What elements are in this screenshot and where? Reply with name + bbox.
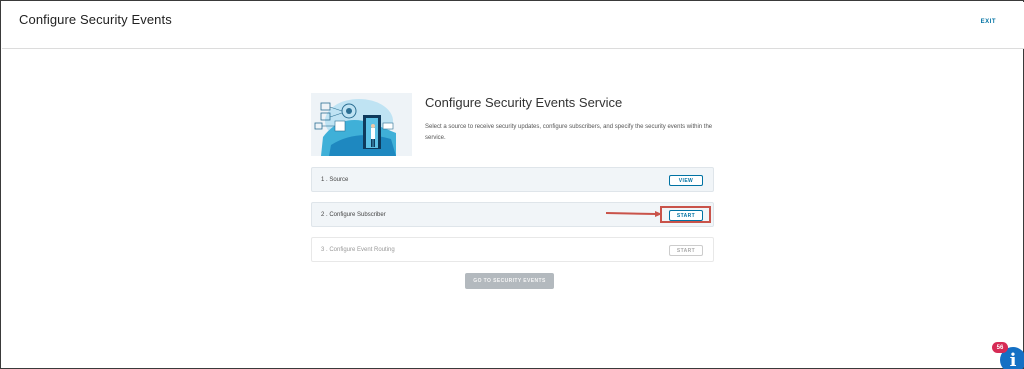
annotation-arrow — [606, 211, 662, 217]
exit-button[interactable]: EXIT — [981, 19, 996, 25]
start-configure-event-routing-button: START — [669, 245, 703, 256]
step-configure-event-routing: 3 . Configure Event Routing START — [311, 237, 714, 262]
start-configure-subscriber-button[interactable]: START — [669, 210, 703, 221]
hero-description: Select a source to receive security upda… — [425, 124, 713, 141]
step-label: 3 . Configure Event Routing — [321, 247, 395, 253]
step-source: 1 . Source VIEW — [311, 167, 714, 192]
page-header: Configure Security Events EXIT — [2, 2, 1024, 49]
view-source-button[interactable]: VIEW — [669, 175, 703, 186]
page-title: Configure Security Events — [19, 12, 172, 27]
app-window: Configure Security Events EXIT Configure… — [0, 0, 1024, 369]
security-events-illustration — [311, 93, 412, 156]
step-label: 2 . Configure Subscriber — [321, 212, 386, 218]
hero-title: Configure Security Events Service — [425, 95, 623, 110]
go-to-security-events-button: GO TO SECURITY EVENTS — [465, 273, 554, 289]
cloud-network-illustration — [311, 93, 412, 156]
notification-count-badge: 56 — [992, 342, 1008, 353]
step-label: 1 . Source — [321, 177, 349, 183]
